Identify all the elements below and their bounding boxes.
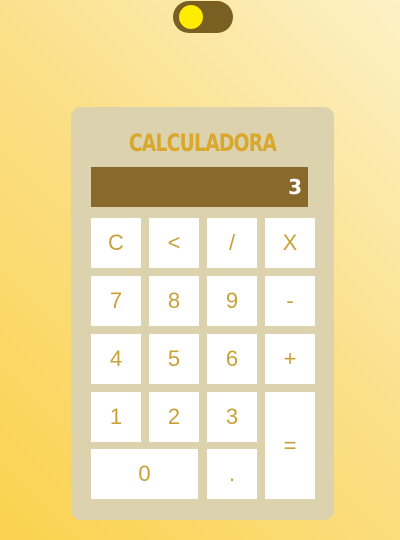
toggle-knob bbox=[179, 5, 203, 29]
theme-toggle[interactable] bbox=[173, 1, 233, 33]
six-button[interactable]: 6 bbox=[207, 334, 257, 384]
calculator-panel: CALCULADORA 3 C < / X 7 8 9 - 4 5 6 + 1 … bbox=[71, 107, 334, 520]
clear-button[interactable]: C bbox=[91, 218, 141, 268]
five-button[interactable]: 5 bbox=[149, 334, 199, 384]
zero-button[interactable]: 0 bbox=[91, 449, 198, 499]
four-button[interactable]: 4 bbox=[91, 334, 141, 384]
two-button[interactable]: 2 bbox=[149, 392, 199, 442]
minus-button[interactable]: - bbox=[265, 276, 315, 326]
backspace-button[interactable]: < bbox=[149, 218, 199, 268]
nine-button[interactable]: 9 bbox=[207, 276, 257, 326]
divide-button[interactable]: / bbox=[207, 218, 257, 268]
eight-button[interactable]: 8 bbox=[149, 276, 199, 326]
three-button[interactable]: 3 bbox=[207, 392, 257, 442]
equals-button[interactable]: = bbox=[265, 392, 315, 499]
one-button[interactable]: 1 bbox=[91, 392, 141, 442]
calculator-display: 3 bbox=[91, 167, 308, 207]
multiply-button[interactable]: X bbox=[265, 218, 315, 268]
seven-button[interactable]: 7 bbox=[91, 276, 141, 326]
decimal-button[interactable]: . bbox=[207, 449, 257, 499]
plus-button[interactable]: + bbox=[265, 334, 315, 384]
calculator-title: CALCULADORA bbox=[128, 129, 277, 157]
